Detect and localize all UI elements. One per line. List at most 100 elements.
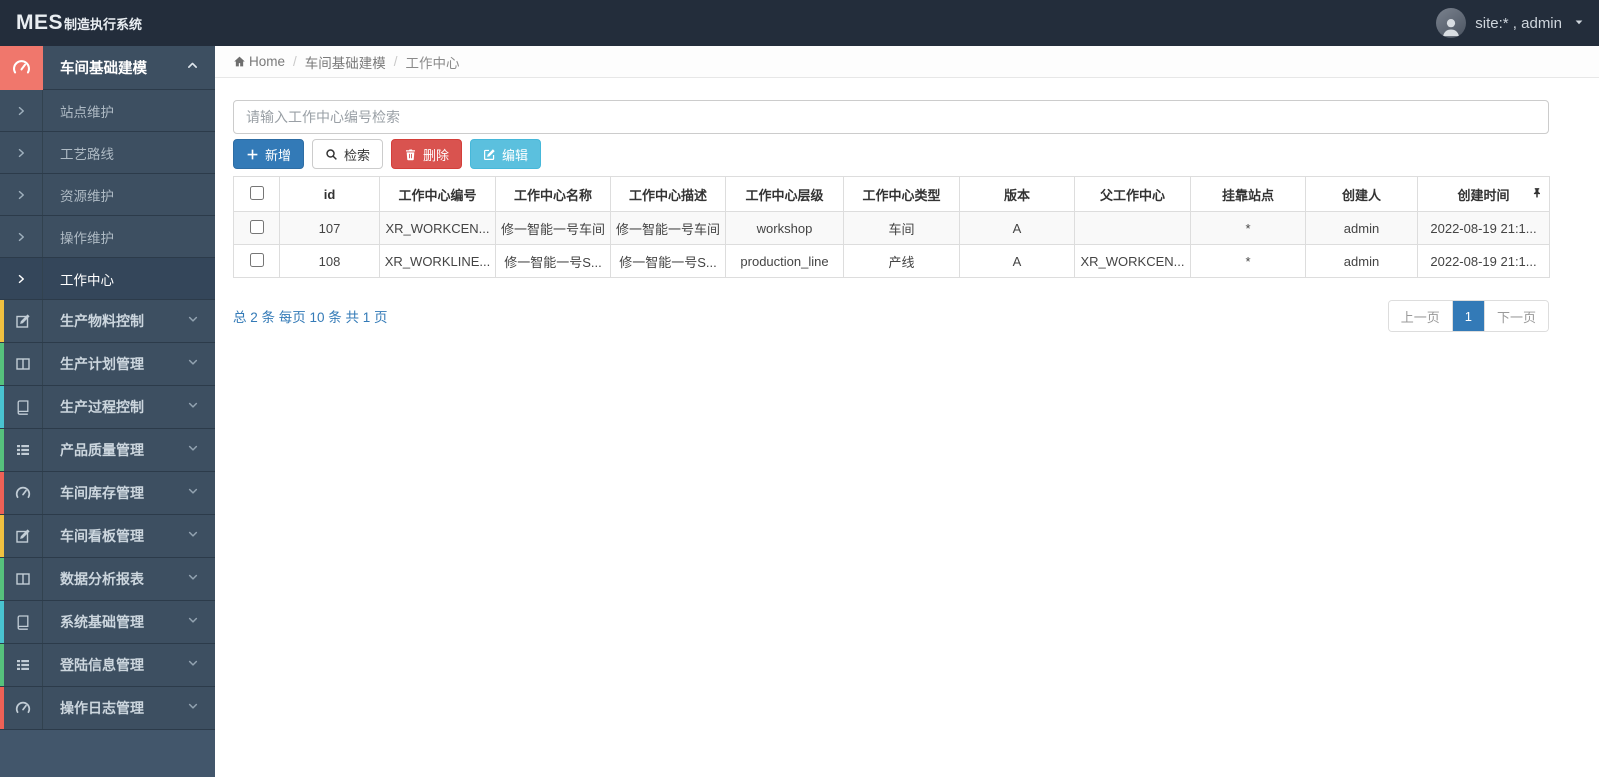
next-page-button[interactable]: 下一页 [1484, 301, 1548, 331]
cell-creator: admin [1305, 244, 1418, 278]
pager: 上一页 1 下一页 [1387, 300, 1549, 332]
gauge-icon [4, 687, 43, 729]
prev-page-button[interactable]: 上一页 [1388, 301, 1453, 331]
column-header-description[interactable]: 工作中心描述 [610, 176, 726, 212]
sidebar-item-workshop-kanban-management[interactable]: 车间看板管理 [0, 515, 215, 558]
select-all-checkbox[interactable] [249, 185, 264, 200]
gauge-icon [4, 472, 43, 514]
sidebar-item-login-info-management[interactable]: 登陆信息管理 [0, 644, 215, 687]
column-header-type[interactable]: 工作中心类型 [843, 176, 960, 212]
sidebar-item-label: 资源维护 [60, 188, 114, 204]
sidebar-item-operation-maintenance[interactable]: 操作维护 [0, 216, 215, 258]
edit-button[interactable]: 编辑 [470, 139, 542, 169]
breadcrumb: Home / 车间基础建模 / 工作中心 [215, 46, 1599, 78]
sidebar: 车间基础建模 站点维护 工艺路线 资源维护 操作维护 工作中心 生产物料控制 生… [0, 45, 215, 777]
column-header-code[interactable]: 工作中心编号 [379, 176, 496, 212]
toolbar: 新增 检索 删除 编辑 [233, 139, 1549, 169]
sidebar-item-process-route[interactable]: 工艺路线 [0, 132, 215, 174]
list-icon [4, 429, 43, 471]
breadcrumb-home[interactable]: Home [233, 54, 285, 69]
cell-creator: admin [1305, 211, 1418, 245]
column-header-station[interactable]: 挂靠站点 [1190, 176, 1306, 212]
cell-type: 产线 [843, 244, 960, 278]
add-button[interactable]: 新增 [233, 139, 305, 169]
cell-code: XR_WORKLINE... [379, 244, 496, 278]
column-header-created-time[interactable]: 创建时间 [1417, 176, 1550, 212]
sidebar-item-label: 操作维护 [60, 230, 114, 246]
breadcrumb-separator: / [293, 54, 297, 69]
caret-down-icon [1571, 15, 1585, 32]
chevron-right-icon [0, 258, 43, 299]
user-menu[interactable]: site:* , admin [1436, 8, 1585, 38]
cell-id: 107 [279, 211, 380, 245]
table-header-row: id 工作中心编号 工作中心名称 工作中心描述 工作中心层级 工作中心类型 版本… [233, 176, 1550, 212]
list-icon [4, 644, 43, 686]
user-label: site:* , admin [1475, 14, 1562, 32]
column-header-version[interactable]: 版本 [959, 176, 1075, 212]
sidebar-item-label: 生产物料控制 [60, 313, 144, 329]
cell-name: 修一智能一号车间 [495, 211, 611, 245]
avatar [1436, 8, 1467, 38]
pagination: 总 2 条 每页 10 条 共 1 页 上一页 1 下一页 [233, 300, 1549, 332]
app-logo-suffix: 制造执行系统 [64, 17, 143, 32]
sidebar-item-label: 工作中心 [60, 272, 114, 288]
chevron-down-icon [187, 484, 215, 502]
breadcrumb-section[interactable]: 车间基础建模 [305, 52, 386, 72]
pencil-icon [4, 300, 43, 342]
cell-description: 修一智能一号车间 [610, 211, 726, 245]
home-icon [233, 55, 246, 68]
pin-column-icon[interactable] [1531, 187, 1543, 202]
sidebar-item-label: 生产计划管理 [60, 356, 144, 372]
sidebar-item-label: 操作日志管理 [60, 700, 144, 716]
chevron-down-icon [187, 570, 215, 588]
sidebar-item-operation-log-management[interactable]: 操作日志管理 [0, 687, 215, 730]
cell-station: * [1190, 244, 1306, 278]
sidebar-item-label: 车间看板管理 [60, 528, 144, 544]
cell-name: 修一智能一号S... [495, 244, 611, 278]
sidebar-item-label: 生产过程控制 [60, 399, 144, 415]
sidebar-item-system-base-management[interactable]: 系统基础管理 [0, 601, 215, 644]
column-header-parent[interactable]: 父工作中心 [1074, 176, 1191, 212]
column-header-id[interactable]: id [279, 176, 380, 212]
table-row[interactable]: 107 XR_WORKCEN... 修一智能一号车间 修一智能一号车间 work… [233, 211, 1550, 245]
column-header-creator[interactable]: 创建人 [1305, 176, 1418, 212]
cell-station: * [1190, 211, 1306, 245]
search-input[interactable] [233, 100, 1549, 134]
search-button[interactable]: 检索 [312, 139, 384, 169]
chevron-down-icon [187, 398, 215, 416]
sidebar-item-label: 系统基础管理 [60, 614, 144, 630]
cell-version: A [959, 211, 1075, 245]
row-checkbox[interactable] [249, 252, 264, 267]
breadcrumb-current: 工作中心 [405, 55, 460, 71]
breadcrumb-separator: / [393, 54, 398, 69]
sidebar-item-work-center[interactable]: 工作中心 [0, 258, 215, 300]
trash-icon [404, 148, 417, 161]
sidebar-item-resource-maintenance[interactable]: 资源维护 [0, 174, 215, 216]
app-logo-main: MES [16, 11, 64, 34]
row-checkbox[interactable] [249, 219, 264, 234]
sidebar-item-label: 站点维护 [60, 104, 114, 120]
page-1-button[interactable]: 1 [1452, 301, 1485, 331]
chevron-down-icon [187, 441, 215, 459]
cell-created-time: 2022-08-19 21:1... [1417, 211, 1550, 245]
cell-code: XR_WORKCEN... [379, 211, 496, 245]
chevron-right-icon [0, 132, 43, 173]
sidebar-item-product-quality-management[interactable]: 产品质量管理 [0, 429, 215, 472]
cell-type: 车间 [843, 211, 960, 245]
sidebar-group-workshop-modeling[interactable]: 车间基础建模 [0, 45, 215, 90]
sidebar-item-production-material-control[interactable]: 生产物料控制 [0, 300, 215, 343]
app-logo: MES 制造执行系统 [16, 11, 142, 35]
book-icon [4, 386, 43, 428]
table-row[interactable]: 108 XR_WORKLINE... 修一智能一号S... 修一智能一号S...… [233, 244, 1550, 278]
sidebar-item-station-maintenance[interactable]: 站点维护 [0, 90, 215, 132]
sidebar-item-data-analysis-reports[interactable]: 数据分析报表 [0, 558, 215, 601]
sidebar-item-production-process-control[interactable]: 生产过程控制 [0, 386, 215, 429]
sidebar-item-label: 数据分析报表 [60, 571, 144, 587]
column-header-name[interactable]: 工作中心名称 [495, 176, 611, 212]
sidebar-item-production-plan-management[interactable]: 生产计划管理 [0, 343, 215, 386]
sidebar-item-workshop-inventory-management[interactable]: 车间库存管理 [0, 472, 215, 515]
delete-button[interactable]: 删除 [391, 139, 463, 169]
chevron-right-icon [0, 90, 43, 131]
column-header-level[interactable]: 工作中心层级 [725, 176, 844, 212]
search-icon [325, 148, 338, 161]
